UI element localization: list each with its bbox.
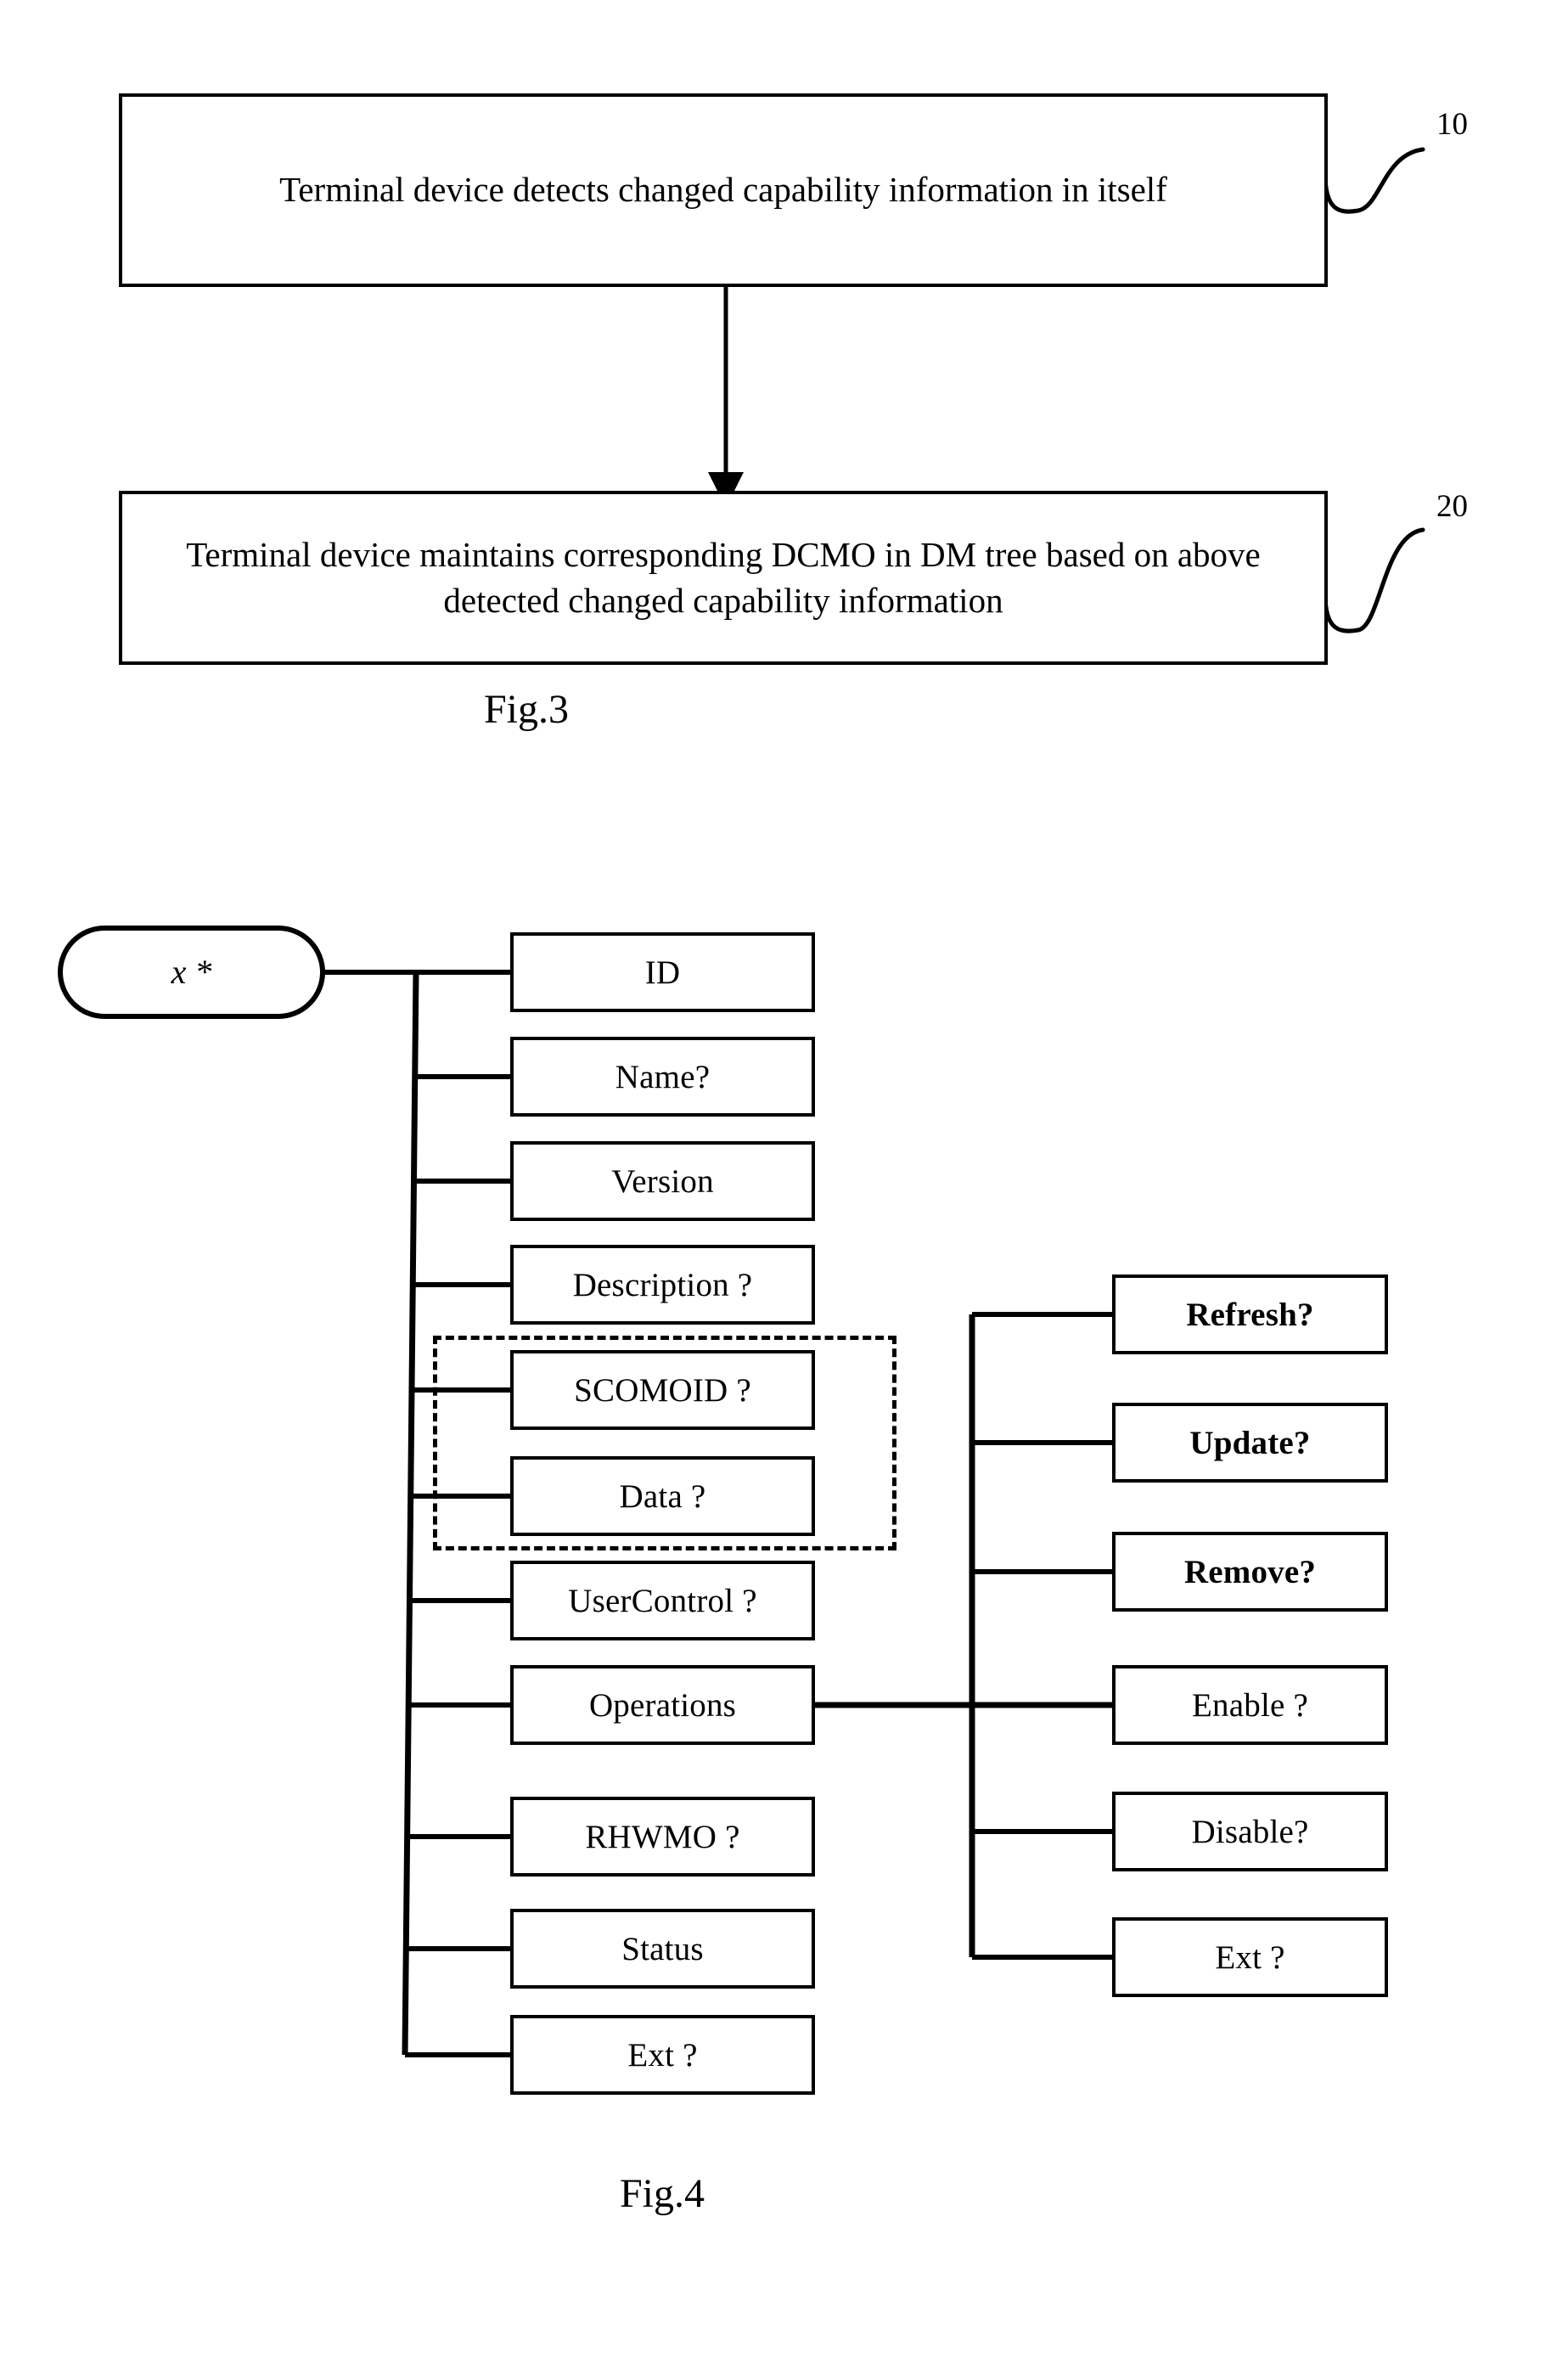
fig4-node-disable-label: Disable?: [1191, 1813, 1309, 1850]
fig4-node-usercontrol: UserControl ?: [510, 1561, 815, 1640]
fig4-node-enable: Enable ?: [1112, 1665, 1388, 1745]
fig3-step-box-20: Terminal device maintains corresponding …: [119, 491, 1328, 665]
leader-curve-20: [1323, 527, 1425, 633]
fig4-node-id: ID: [510, 932, 815, 1012]
fig4-node-usercontrol-label: UserControl ?: [568, 1582, 757, 1619]
fig4-node-description-label: Description ?: [572, 1266, 753, 1303]
fig4-node-version: Version: [510, 1141, 815, 1221]
fig4-node-remove: Remove?: [1112, 1532, 1388, 1612]
fig4-node-name: Name?: [510, 1037, 815, 1117]
fig3-step-20-text: Terminal device maintains corresponding …: [186, 535, 1261, 620]
fig4-node-data-label: Data ?: [619, 1477, 706, 1515]
reference-numeral-20: 20: [1436, 489, 1468, 524]
fig4-node-refresh: Refresh?: [1112, 1275, 1388, 1354]
fig4-node-update-label: Update?: [1189, 1424, 1311, 1461]
fig4-node-update: Update?: [1112, 1403, 1388, 1483]
fig4-node-rhwmo: RHWMO ?: [510, 1797, 815, 1877]
fig4-node-scomoid-label: SCOMOID ?: [574, 1371, 751, 1409]
fig4-node-enable-label: Enable ?: [1192, 1686, 1308, 1724]
fig4-node-status-label: Status: [621, 1930, 704, 1967]
fig4-caption: Fig.4: [619, 2171, 705, 2216]
fig4-node-rhwmo-label: RHWMO ?: [585, 1818, 740, 1855]
fig4-node-name-label: Name?: [615, 1058, 711, 1095]
fig4-node-operations-label: Operations: [588, 1686, 737, 1724]
leader-curve-10: [1323, 147, 1425, 214]
fig4-node-description: Description ?: [510, 1245, 815, 1325]
fig4-node-ext-label: Ext ?: [627, 2036, 698, 2074]
fig4-node-id-label: ID: [644, 954, 681, 991]
fig4-node-disable: Disable?: [1112, 1792, 1388, 1871]
fig4-node-refresh-label: Refresh?: [1186, 1296, 1314, 1333]
fig3-caption: Fig.3: [483, 687, 570, 732]
fig4-node-status: Status: [510, 1909, 815, 1989]
fig4-node-ext2: Ext ?: [1112, 1917, 1388, 1997]
reference-numeral-10: 10: [1436, 107, 1468, 142]
fig4-node-remove-label: Remove?: [1183, 1553, 1317, 1590]
fig4-node-data: Data ?: [510, 1456, 815, 1536]
fig4-root-node: x *: [58, 926, 325, 1019]
fig4-node-ext: Ext ?: [510, 2015, 815, 2095]
left-trunk: [402, 971, 419, 2056]
fig4-root-label: x *: [171, 953, 212, 991]
fig4-node-version-label: Version: [611, 1162, 714, 1200]
fig3-step-10-text: Terminal device detects changed capabili…: [279, 170, 1167, 210]
fig4-node-ext2-label: Ext ?: [1215, 1939, 1285, 1976]
fig3-step-box-10: Terminal device detects changed capabili…: [119, 93, 1328, 287]
fig4-node-scomoid: SCOMOID ?: [510, 1350, 815, 1430]
patent-figure-sheet: Terminal device detects changed capabili…: [0, 0, 1568, 2369]
fig4-node-operations: Operations: [510, 1665, 815, 1745]
